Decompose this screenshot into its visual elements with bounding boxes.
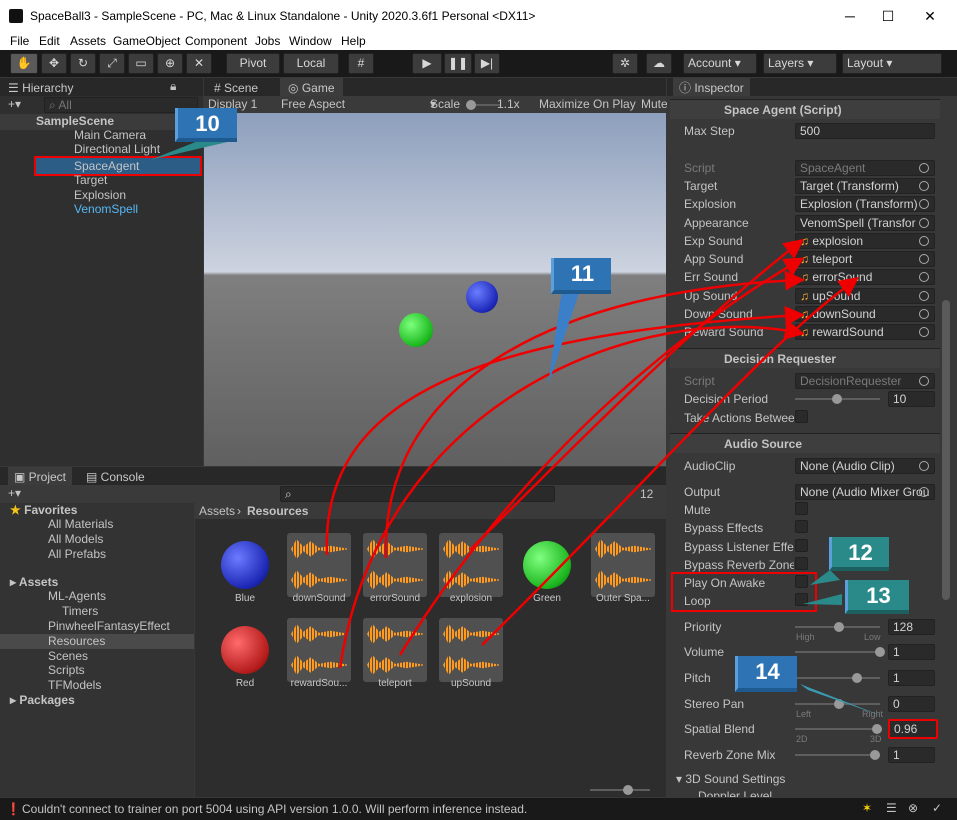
callout-12: 12 <box>829 537 889 571</box>
callout-14: 14 <box>735 656 797 692</box>
annotation-arrows <box>150 126 882 716</box>
callout-10: 10 <box>175 108 237 142</box>
callout-11: 11 <box>551 258 611 294</box>
callout-13: 13 <box>845 580 909 614</box>
